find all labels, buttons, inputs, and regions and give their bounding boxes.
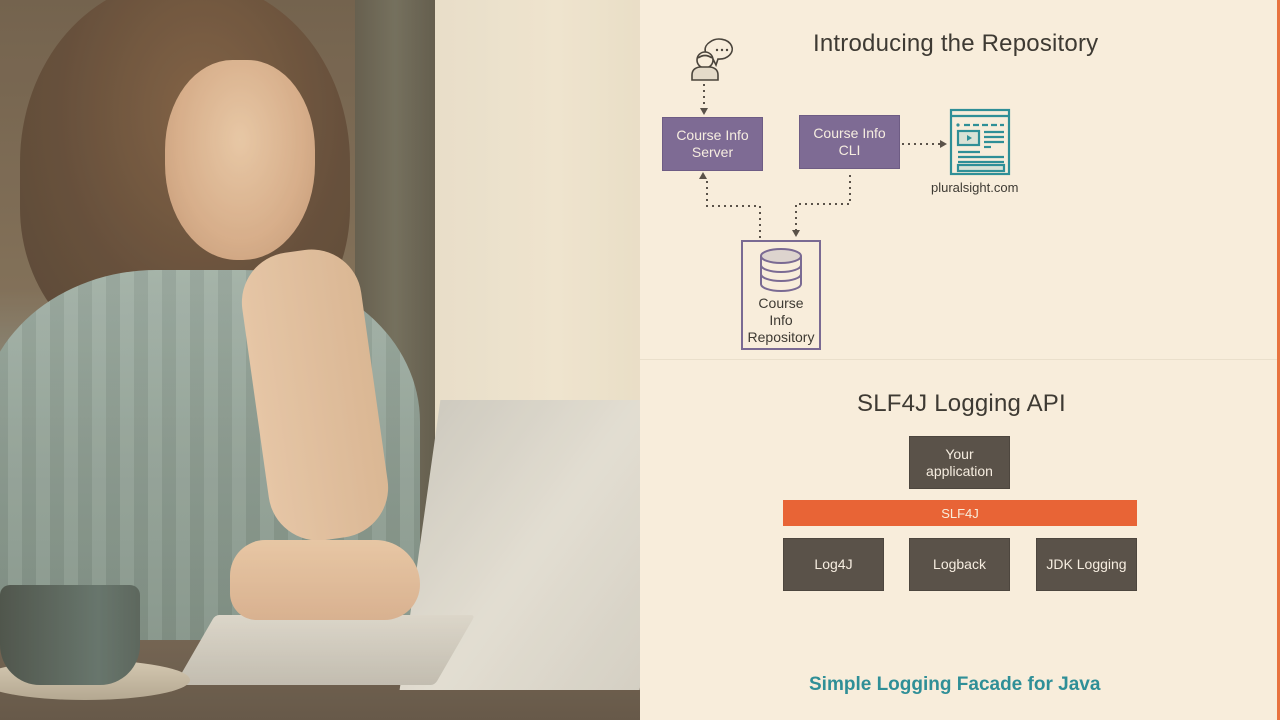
- background-photo: [0, 0, 640, 720]
- photo-tint: [0, 0, 640, 720]
- cli-to-repository-arrow: [795, 175, 851, 230]
- slf4j-title: SLF4J Logging API: [857, 390, 1066, 417]
- your-application-box: Your application: [909, 436, 1010, 489]
- app-label-line2: application: [926, 462, 993, 479]
- log4j-box: Log4J: [783, 538, 884, 591]
- slf4j-subtitle: Simple Logging Facade for Java: [809, 674, 1101, 695]
- section-divider: [640, 359, 1277, 360]
- app-label-line1: Your: [945, 445, 974, 462]
- repository-connectors: [699, 84, 947, 238]
- repository-to-server-arrow: [706, 180, 761, 238]
- logback-box: Logback: [909, 538, 1010, 591]
- slf4j-facade-bar: SLF4J: [783, 500, 1137, 526]
- jdk-logging-box: JDK Logging: [1036, 538, 1137, 591]
- slide-panel: Introducing the Repository Course Info S…: [640, 0, 1280, 720]
